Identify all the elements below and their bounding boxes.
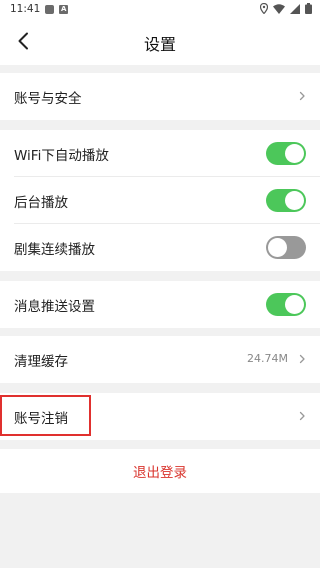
account-security-label: 账号与安全 — [14, 91, 82, 107]
clear-cache-label: 清理缓存 — [14, 354, 68, 370]
wifi-autoplay-row: WiFi下自动播放 — [0, 130, 320, 177]
account-deactivate-label: 账号注销 — [14, 411, 68, 427]
wifi-autoplay-label: WiFi下自动播放 — [14, 148, 109, 164]
continuous-play-label: 剧集连续播放 — [14, 242, 95, 258]
navigation-bar: 设置 — [0, 20, 320, 65]
wifi-autoplay-toggle[interactable] — [266, 142, 306, 165]
deactivate-group: 账号注销 — [0, 393, 320, 440]
cache-size-value: 24.74M — [247, 352, 288, 365]
push-settings-label: 消息推送设置 — [14, 299, 95, 315]
location-icon — [260, 3, 268, 14]
logout-label: 退出登录 — [133, 465, 187, 481]
toggle-knob — [285, 295, 304, 314]
push-settings-row: 消息推送设置 — [0, 281, 320, 328]
account-group: 账号与安全 — [0, 73, 320, 120]
toggle-knob — [285, 144, 304, 163]
account-security-row[interactable]: 账号与安全 — [0, 73, 320, 120]
status-right — [260, 3, 312, 14]
chevron-right-icon — [299, 91, 305, 101]
background-play-row: 后台播放 — [0, 177, 320, 224]
logout-button[interactable]: 退出登录 — [0, 449, 320, 493]
page-title: 设置 — [143, 35, 176, 54]
background-play-toggle[interactable] — [266, 189, 306, 212]
notification-square-icon — [45, 4, 55, 14]
a-app-icon: A — [59, 4, 69, 14]
toggle-knob — [285, 191, 304, 210]
battery-icon — [305, 3, 312, 14]
playback-group: WiFi下自动播放 后台播放 剧集连续播放 — [0, 130, 320, 271]
status-bar: 11:41 A — [0, 0, 320, 20]
account-deactivate-row[interactable]: 账号注销 — [0, 393, 320, 440]
signal-icon — [290, 3, 300, 14]
wifi-icon — [273, 3, 285, 14]
background-play-label: 后台播放 — [14, 195, 68, 211]
continuous-play-row: 剧集连续播放 — [0, 224, 320, 271]
clear-cache-row[interactable]: 清理缓存 24.74M — [0, 336, 320, 383]
chevron-right-icon — [299, 354, 305, 364]
status-time: 11:41 — [10, 3, 41, 15]
status-left: 11:41 A — [10, 3, 69, 15]
notifications-group: 消息推送设置 — [0, 281, 320, 328]
cache-group: 清理缓存 24.74M — [0, 336, 320, 383]
toggle-knob — [268, 238, 287, 257]
push-settings-toggle[interactable] — [266, 293, 306, 316]
continuous-play-toggle[interactable] — [266, 236, 306, 259]
chevron-right-icon — [299, 411, 305, 421]
